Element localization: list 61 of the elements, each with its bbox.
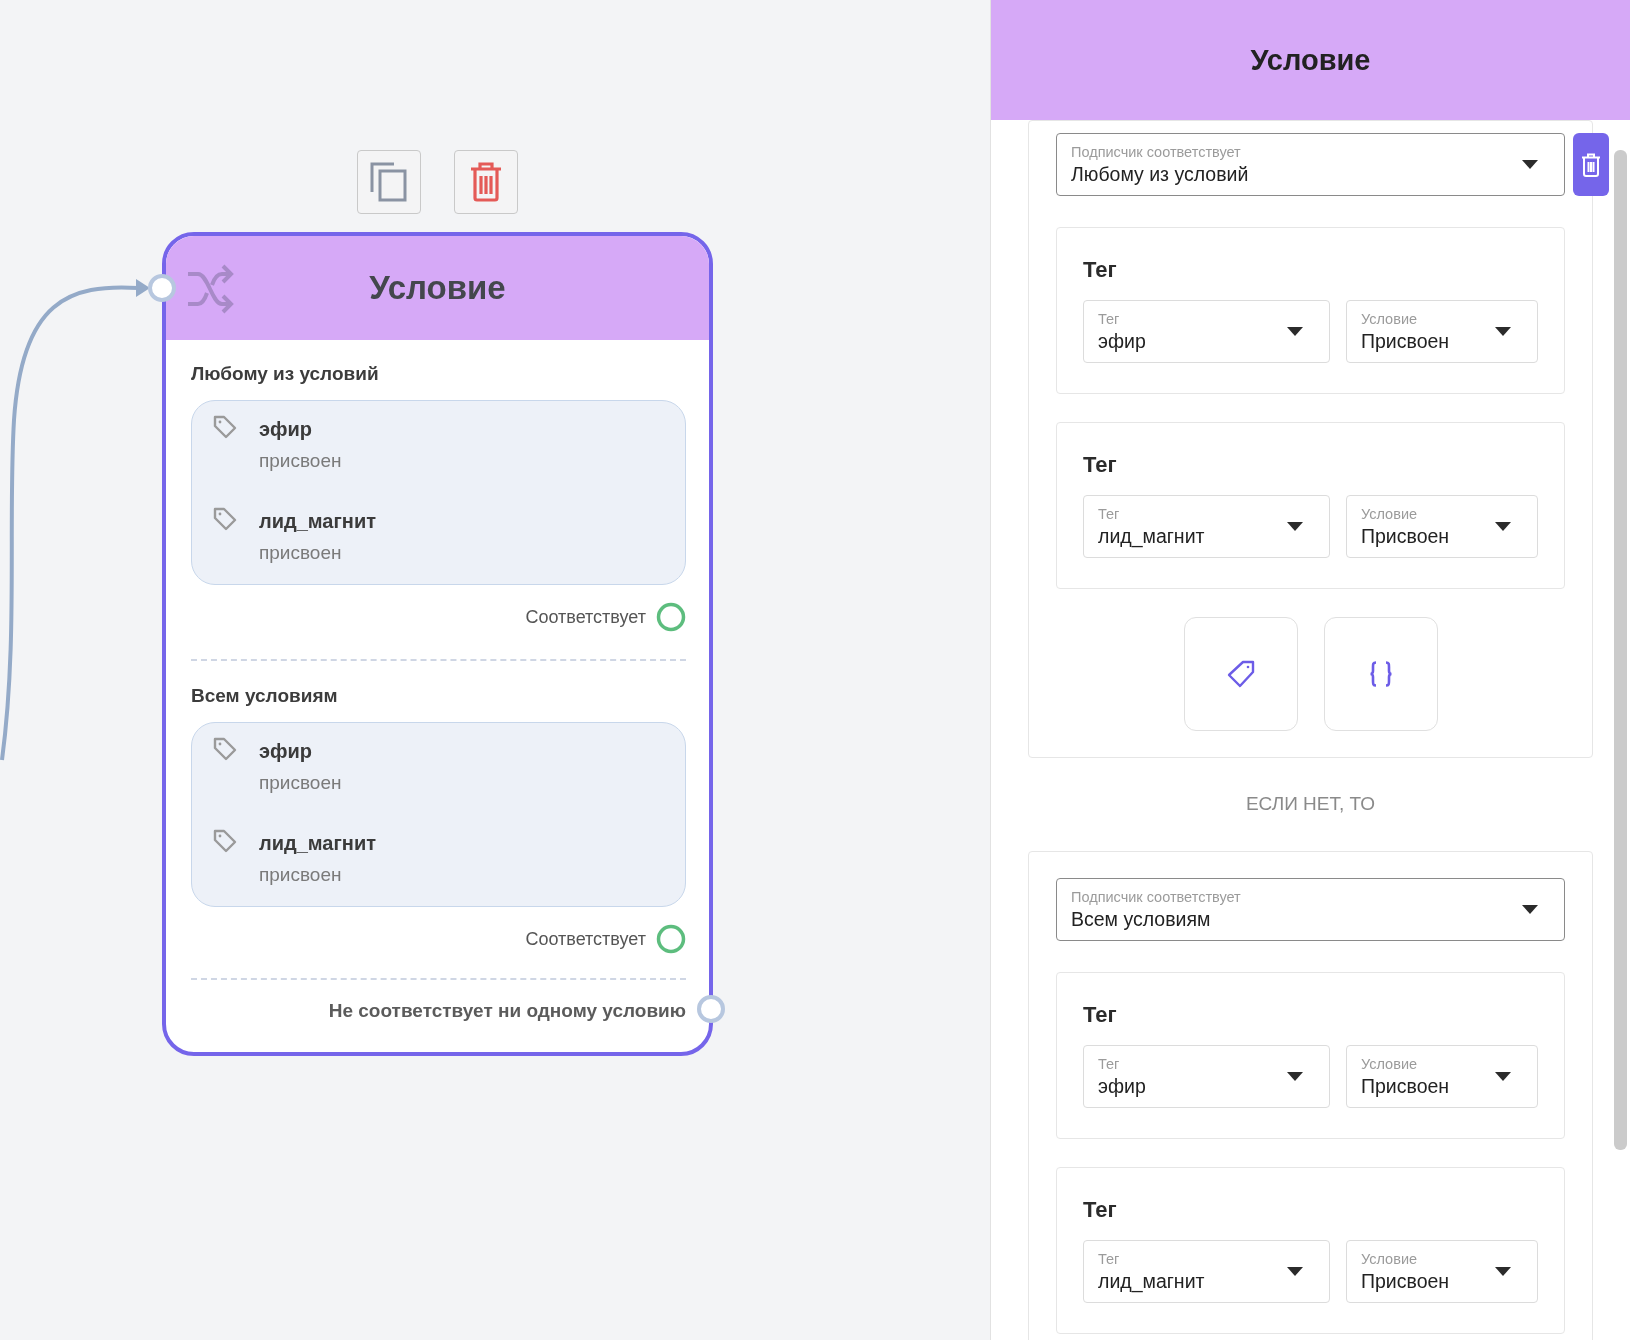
- caret-icon: [1287, 1072, 1303, 1081]
- tag-state: присвоен: [259, 449, 342, 473]
- group-heading: Любому из условий: [191, 362, 380, 386]
- delete-button[interactable]: [1573, 133, 1609, 196]
- input-port[interactable]: [147, 273, 177, 303]
- output-port[interactable]: [656, 924, 686, 954]
- add-code-button[interactable]: [1323, 617, 1438, 731]
- caret-icon: [1522, 160, 1538, 169]
- tag-name: лид_магнит: [259, 509, 376, 533]
- trash-icon: [1581, 152, 1601, 177]
- tag-icon: [212, 828, 238, 854]
- dropdown[interactable]: Тег эфир: [1083, 300, 1330, 363]
- dropdown[interactable]: Условие Присвоен: [1346, 1240, 1538, 1303]
- tag-name: лид_магнит: [259, 831, 376, 855]
- caret-icon: [1495, 327, 1511, 336]
- dropdown[interactable]: Тег лид_магнит: [1083, 495, 1330, 558]
- panel-title: Условие: [1250, 43, 1371, 77]
- dropdown[interactable]: Условие Присвоен: [1346, 1045, 1538, 1108]
- dropdown[interactable]: Подписчик соответствует Любому из условий: [1056, 133, 1565, 196]
- dropdown[interactable]: Тег лид_магнит: [1083, 1240, 1330, 1303]
- add-tag-button[interactable]: [1183, 617, 1298, 731]
- dropdown[interactable]: Условие Присвоен: [1346, 300, 1538, 363]
- dropdown[interactable]: Тег эфир: [1083, 1045, 1330, 1108]
- copy-icon: [370, 162, 408, 202]
- braces-icon: [1368, 661, 1393, 687]
- fallback-port[interactable]: [696, 994, 726, 1024]
- condition-node[interactable]: Условие Любому из условий эфир присвоен лид_магнит присвоен Соответствует Всем условиям эфир присвоен лид_магнит присвоен Соответствует Не соответствует ни одному условию: [162, 232, 713, 1056]
- delete-button[interactable]: [454, 150, 518, 214]
- output-label: Соответствует: [525, 606, 646, 628]
- tag-state: присвоен: [259, 541, 343, 565]
- rule-heading: Тег: [1083, 1196, 1118, 1224]
- rule-heading: Тег: [1083, 1001, 1118, 1029]
- shuffle-icon: [186, 264, 234, 314]
- fallback-label: Не соответствует ни одному условию: [328, 1000, 686, 1022]
- scrollbar[interactable]: [1614, 150, 1627, 1150]
- output-label: Соответствует: [525, 928, 646, 950]
- rule-heading: Тег: [1083, 256, 1118, 284]
- tag-icon: [212, 414, 238, 440]
- copy-button[interactable]: [357, 150, 421, 214]
- caret-icon: [1495, 1267, 1511, 1276]
- separator-label: ЕСЛИ НЕТ, ТО: [1245, 793, 1376, 814]
- tag-icon: [1225, 659, 1256, 689]
- caret-icon: [1522, 905, 1538, 914]
- trash-icon: [469, 162, 503, 202]
- caret-icon: [1287, 327, 1303, 336]
- group-heading: Всем условиям: [191, 684, 339, 708]
- caret-icon: [1495, 1072, 1511, 1081]
- dropdown[interactable]: Условие Присвоен: [1346, 495, 1538, 558]
- tag-icon: [212, 506, 238, 532]
- tag-state: присвоен: [259, 863, 343, 887]
- tag-name: эфир: [259, 739, 314, 763]
- tag-name: эфир: [259, 417, 314, 441]
- caret-icon: [1287, 1267, 1303, 1276]
- dropdown[interactable]: Подписчик соответствует Всем условиям: [1056, 878, 1565, 941]
- output-port[interactable]: [656, 602, 686, 632]
- caret-icon: [1495, 522, 1511, 531]
- tag-icon: [212, 736, 238, 762]
- caret-icon: [1287, 522, 1303, 531]
- node-title: Условие: [369, 269, 506, 307]
- tag-state: присвоен: [259, 771, 342, 795]
- rule-heading: Тег: [1083, 451, 1118, 479]
